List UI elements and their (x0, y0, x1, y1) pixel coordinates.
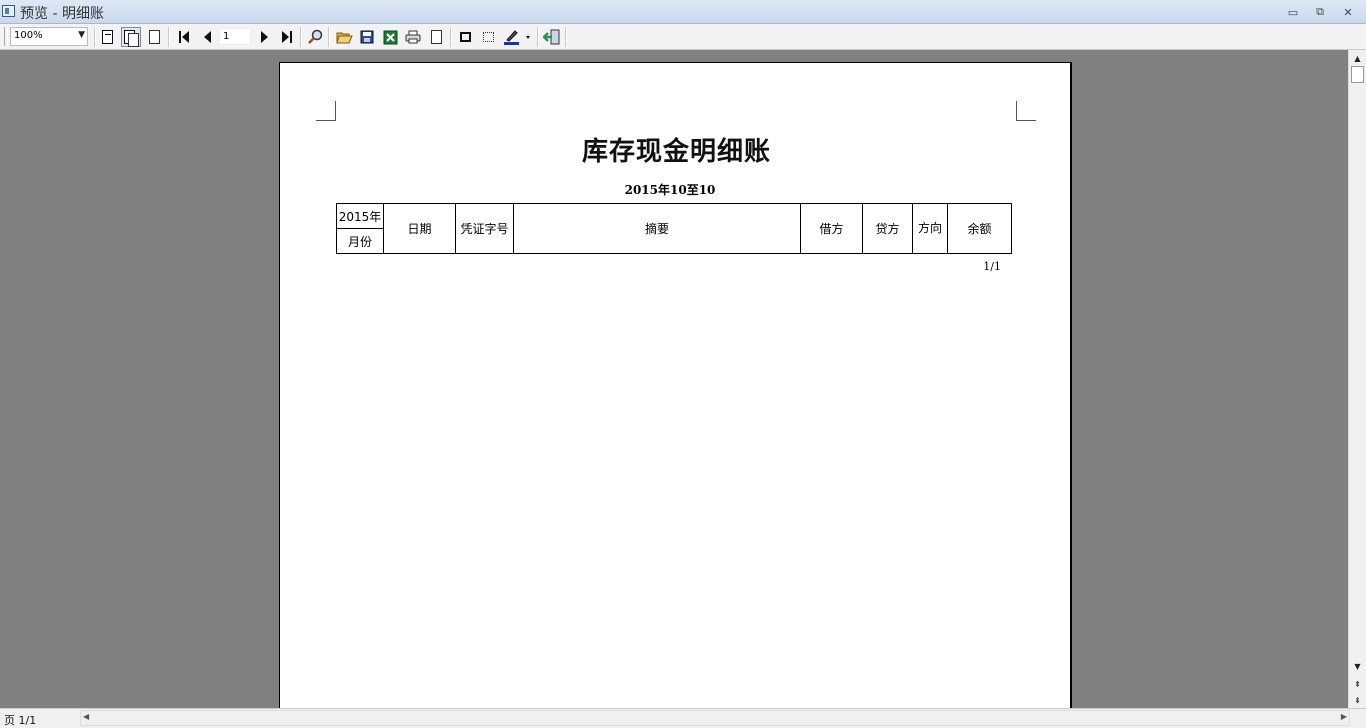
exit-icon (543, 29, 560, 45)
scroll-up-icon[interactable]: ▲ (1349, 50, 1366, 66)
last-page-icon (282, 31, 292, 43)
pen-color-button[interactable] (501, 27, 533, 47)
save-button[interactable] (357, 27, 377, 47)
toolbar-separator (328, 27, 330, 47)
prev-page-button[interactable] (197, 27, 217, 47)
print-button[interactable] (403, 27, 423, 47)
find-icon (308, 29, 323, 44)
horizontal-scrollbar[interactable]: ◀ ▶ (80, 710, 1350, 726)
scroll-down-icon[interactable]: ▼ (1349, 658, 1366, 674)
whole-page-button[interactable] (121, 27, 141, 47)
next-page-button[interactable] (254, 27, 274, 47)
excel-export-icon (383, 30, 397, 44)
next-page-icon (260, 31, 268, 43)
column-header: 摘要 (513, 203, 801, 254)
toolbar-grip[interactable] (4, 27, 8, 46)
margin-corner-mark (1016, 101, 1036, 121)
whole-page-icon (124, 30, 139, 47)
page-width-button[interactable] (98, 27, 118, 47)
open-button[interactable] (334, 27, 354, 47)
chevron-down-icon: ▼ (78, 30, 85, 40)
month-header: 月份 (336, 228, 384, 254)
frame-icon (459, 32, 471, 42)
page-number-input[interactable]: 1 (219, 28, 251, 45)
report-title: 库存现金明细账 (581, 137, 771, 167)
toolbar-separator (300, 27, 302, 47)
window-title: 预览 - 明细账 (20, 6, 104, 22)
report-page: 库存现金明细账 2015年10至10 2015年 日期 凭证字号 摘要 借方 贷… (279, 62, 1072, 708)
column-header: 贷方 (862, 203, 913, 254)
single-page-icon (148, 30, 160, 44)
toolbar-separator (537, 27, 539, 47)
column-header: 余额 (947, 203, 1012, 254)
last-page-button[interactable] (277, 27, 297, 47)
status-page-indicator: 页 1/1 (4, 714, 37, 727)
column-header: 借方 (800, 203, 863, 254)
toolbar-separator (565, 27, 567, 47)
page-count: 1/1 (983, 260, 1001, 273)
toolbar-separator (168, 27, 170, 47)
report-period: 2015年10至10 (624, 183, 716, 197)
blank-page-button[interactable] (426, 27, 446, 47)
single-page-button[interactable] (144, 27, 164, 47)
scroll-thumb[interactable] (1351, 66, 1364, 83)
title-bar: 预览 - 明细账 ▭ ⧉ ✕ (0, 0, 1366, 24)
toolbar-separator (450, 27, 452, 47)
page-down-icon[interactable]: ⇟ (1349, 692, 1366, 708)
scroll-right-icon[interactable]: ▶ (1341, 712, 1347, 721)
prev-page-icon (203, 31, 211, 43)
margin-corner-mark (316, 101, 336, 121)
pen-color-icon (504, 30, 530, 45)
close-button[interactable]: ✕ (1338, 4, 1358, 20)
dotted-frame-button[interactable] (478, 27, 498, 47)
excel-export-button[interactable] (380, 27, 400, 47)
year-header: 2015年 (336, 203, 384, 229)
page-up-icon[interactable]: ⇞ (1349, 676, 1366, 692)
scroll-left-icon[interactable]: ◀ (83, 712, 89, 721)
vertical-scrollbar[interactable]: ▲ ▼ ⇞ ⇟ (1348, 50, 1366, 708)
exit-button[interactable] (542, 27, 562, 47)
column-header: 日期 (383, 203, 456, 254)
ledger-table: 2015年 日期 凭证字号 摘要 借方 贷方 方向 余额 月份 (336, 203, 1012, 254)
dotted-frame-icon (482, 32, 494, 42)
first-page-button[interactable] (174, 27, 194, 47)
toolbar-separator (94, 27, 96, 47)
open-icon (335, 32, 353, 44)
minimize-button[interactable]: ▭ (1283, 4, 1303, 20)
restore-button[interactable]: ⧉ (1310, 4, 1330, 20)
frame-button[interactable] (455, 27, 475, 47)
column-header: 凭证字号 (455, 203, 514, 254)
toolbar: 100% ▼ 1 (0, 24, 1366, 50)
blank-page-icon (430, 30, 442, 44)
column-header: 方向 (912, 203, 948, 254)
status-bar: 页 1/1 ◀ ▶ (0, 708, 1366, 728)
first-page-icon (179, 31, 189, 43)
save-icon (360, 30, 374, 44)
preview-area[interactable]: 库存现金明细账 2015年10至10 2015年 日期 凭证字号 摘要 借方 贷… (0, 50, 1348, 708)
zoom-select[interactable]: 100% ▼ (10, 27, 88, 46)
find-button[interactable] (305, 27, 325, 47)
zoom-value: 100% (14, 30, 43, 41)
print-icon (405, 30, 421, 44)
app-icon (2, 5, 15, 17)
page-width-icon (101, 30, 115, 44)
